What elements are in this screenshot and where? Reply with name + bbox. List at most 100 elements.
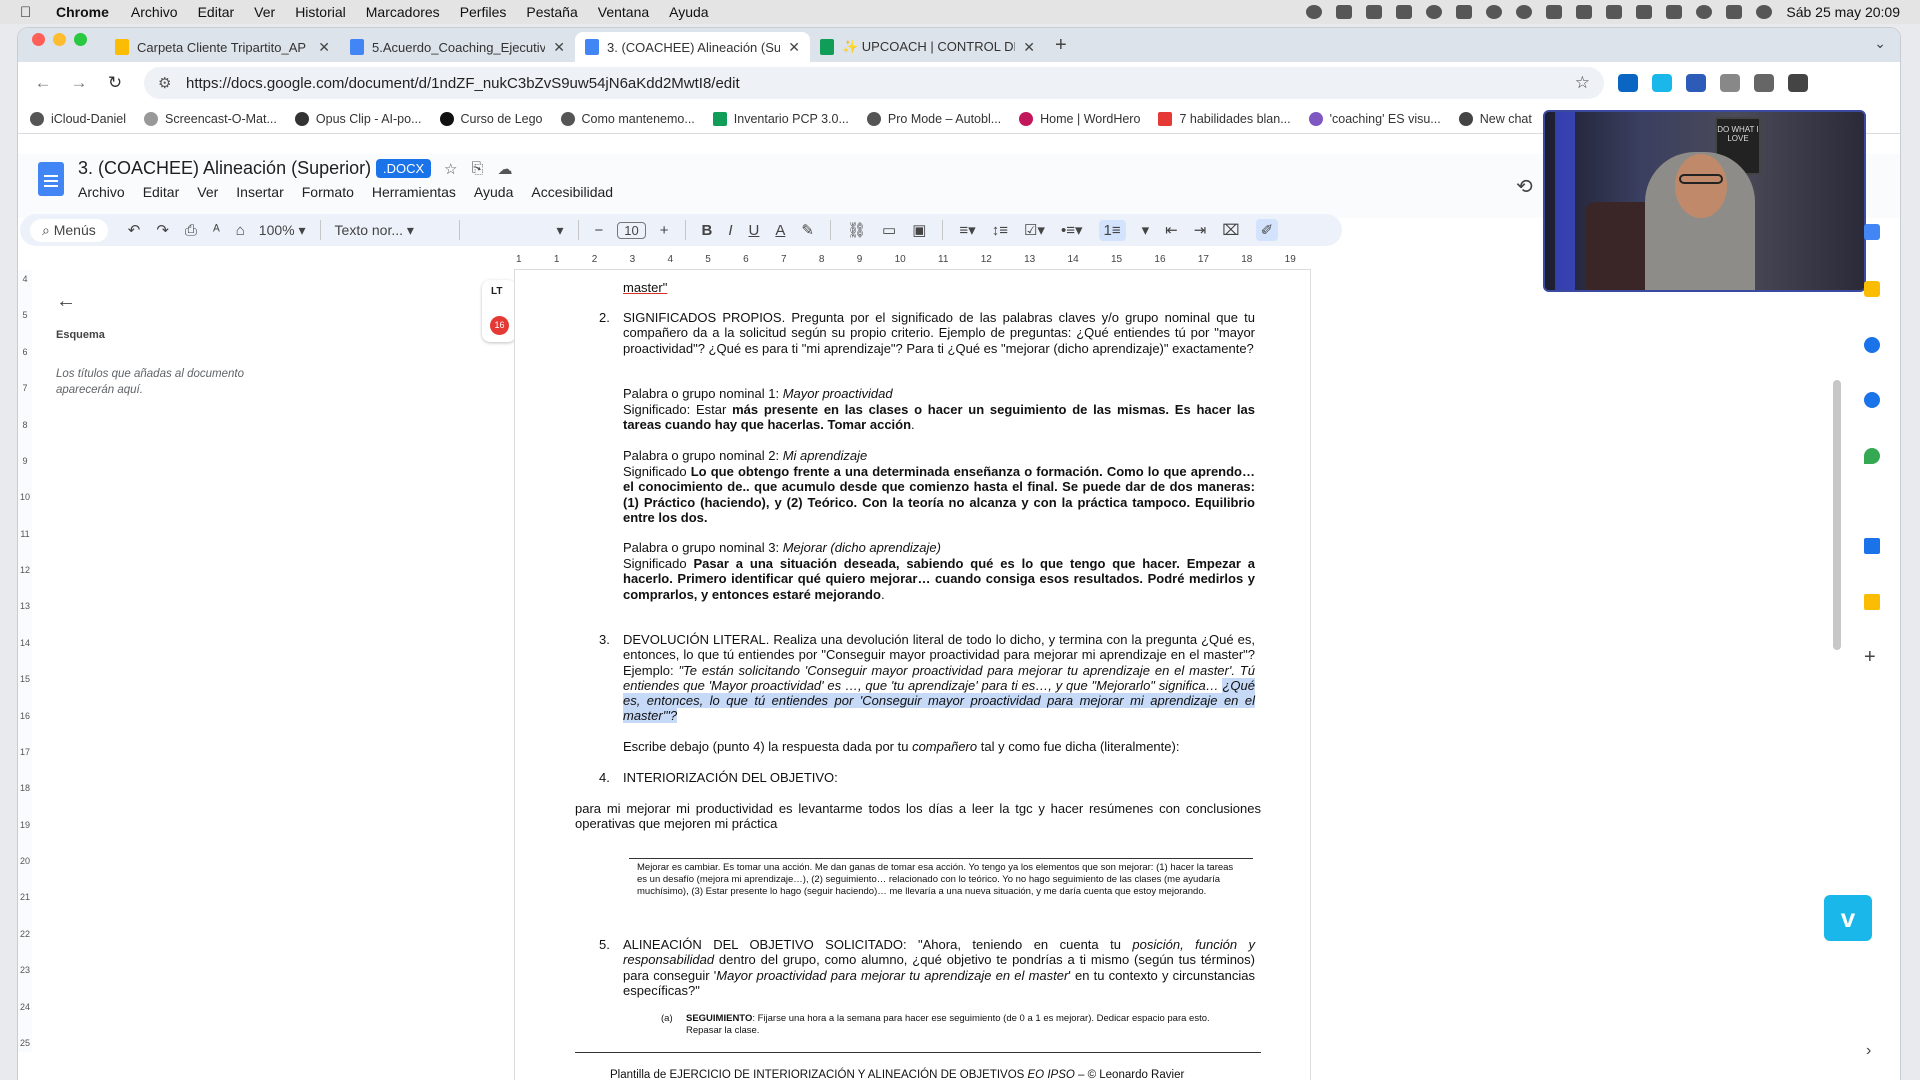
- volume-icon[interactable]: [1546, 5, 1563, 19]
- redo-icon[interactable]: ↷: [156, 221, 169, 239]
- media-icon[interactable]: [1754, 74, 1774, 92]
- docs-menu-accesibilidad[interactable]: Accesibilidad: [531, 184, 613, 200]
- calendar-icon[interactable]: [1864, 224, 1880, 240]
- bookmark-item[interactable]: Curso de Lego: [439, 111, 543, 126]
- menu-ver[interactable]: Ver: [254, 4, 275, 20]
- docs-menu-ayuda[interactable]: Ayuda: [474, 184, 513, 200]
- align-icon[interactable]: ≡▾: [959, 221, 975, 239]
- highlight-icon[interactable]: ✎: [801, 221, 814, 239]
- tasks-icon[interactable]: [1864, 337, 1880, 353]
- vertical-ruler[interactable]: 4 5 6 7 8 9 10 11 12 13 14 15 16 17 18 1…: [18, 270, 32, 1052]
- menu-marcadores[interactable]: Marcadores: [366, 4, 440, 20]
- profile-icon[interactable]: [1788, 74, 1808, 92]
- record-icon[interactable]: [1306, 5, 1323, 19]
- comment-icon[interactable]: ▭: [882, 221, 896, 239]
- bluetooth-icon[interactable]: [1606, 5, 1623, 19]
- app-name[interactable]: Chrome: [56, 4, 109, 20]
- close-icon[interactable]: ✕: [788, 39, 800, 56]
- checklist-icon[interactable]: ☑▾: [1024, 221, 1045, 239]
- docs-menu-herramientas[interactable]: Herramientas: [372, 184, 456, 200]
- menu-ventana[interactable]: Ventana: [598, 4, 649, 20]
- back-arrow-icon[interactable]: ←: [56, 290, 76, 313]
- line-spacing-icon[interactable]: ↕≡: [992, 222, 1008, 239]
- extension-icon[interactable]: [1686, 74, 1706, 92]
- bookmark-item[interactable]: iCloud-Daniel: [30, 111, 126, 126]
- bullet-list-icon[interactable]: •≡▾: [1061, 221, 1083, 239]
- bookmark-item[interactable]: 'coaching' ES visu...: [1308, 111, 1441, 126]
- back-icon[interactable]: ←: [28, 73, 58, 93]
- avatar-icon[interactable]: [1486, 5, 1503, 19]
- underline-icon[interactable]: U: [749, 222, 760, 239]
- bookmark-item[interactable]: Inventario PCP 3.0...: [712, 111, 849, 126]
- url-text[interactable]: https://docs.google.com/document/d/1ndZF…: [186, 75, 1575, 92]
- decrease-font-icon[interactable]: −: [595, 222, 604, 239]
- site-settings-icon[interactable]: ⚙: [158, 74, 176, 92]
- menu-ayuda[interactable]: Ayuda: [669, 4, 708, 20]
- grammarly-icon[interactable]: [1426, 5, 1443, 19]
- bookmark-item[interactable]: Como mantenemo...: [560, 111, 695, 126]
- apple-icon[interactable]: : [20, 4, 38, 21]
- increase-font-icon[interactable]: +: [660, 222, 669, 239]
- issue-count-badge[interactable]: 16: [490, 316, 509, 335]
- print-icon[interactable]: ⎙: [185, 222, 197, 239]
- display-icon[interactable]: [1576, 5, 1593, 19]
- close-icon[interactable]: ✕: [1023, 39, 1035, 56]
- bold-icon[interactable]: B: [702, 222, 713, 239]
- star-icon[interactable]: ☆: [444, 160, 457, 178]
- undo-icon[interactable]: ↶: [128, 221, 141, 239]
- menu-search[interactable]: ⌕ Menús: [30, 218, 108, 242]
- menu-editar[interactable]: Editar: [198, 4, 235, 20]
- link-icon[interactable]: ⛓: [847, 221, 866, 239]
- spellcheck-icon[interactable]: ᴬ: [213, 222, 220, 239]
- document-title[interactable]: 3. (COACHEE) Alineación (Superior): [78, 158, 371, 179]
- miro-icon[interactable]: [1864, 594, 1880, 610]
- numbered-list-chevron-icon[interactable]: ▾: [1142, 221, 1150, 239]
- add-addon-icon[interactable]: +: [1864, 646, 1876, 669]
- cloud-status-icon[interactable]: ☁: [497, 160, 512, 178]
- tab-upcoach[interactable]: ✨ UPCOACH | CONTROL DE ✕: [810, 32, 1045, 62]
- puzzle-icon[interactable]: [1720, 74, 1740, 92]
- reload-icon[interactable]: ↻: [100, 73, 130, 93]
- docs-menu-insertar[interactable]: Insertar: [236, 184, 283, 200]
- tab-carpeta[interactable]: Carpeta Cliente Tripartito_AP ✕: [105, 32, 340, 62]
- numbered-list-icon[interactable]: 1≡: [1098, 219, 1126, 241]
- tab-acuerdo[interactable]: 5.Acuerdo_Coaching_Ejecutiv ✕: [340, 32, 575, 62]
- bookmark-item[interactable]: Opus Clip - AI-po...: [294, 111, 422, 126]
- play-icon[interactable]: [1516, 5, 1533, 19]
- vimeo-icon[interactable]: [1652, 74, 1672, 92]
- document-scrollbar[interactable]: [1833, 380, 1841, 650]
- italic-icon[interactable]: I: [728, 222, 732, 239]
- keep-icon[interactable]: [1864, 281, 1880, 297]
- linkedin-icon[interactable]: [1618, 74, 1638, 92]
- vimeo-icon[interactable]: [1366, 5, 1383, 19]
- clear-format-icon[interactable]: ⌧: [1222, 221, 1239, 239]
- close-window-button[interactable]: [32, 32, 45, 46]
- forward-icon[interactable]: →: [64, 73, 94, 93]
- clock[interactable]: Sáb 25 may 20:09: [1786, 4, 1900, 20]
- move-folder-icon[interactable]: ⎘: [471, 160, 483, 178]
- tab-search-chevron-icon[interactable]: ⌄: [1874, 35, 1886, 52]
- docs-menu-archivo[interactable]: Archivo: [78, 184, 125, 200]
- bookmark-item[interactable]: 7 habilidades blan...: [1158, 111, 1291, 126]
- notion-icon[interactable]: [1396, 5, 1413, 19]
- menu-pestana[interactable]: Pestaña: [526, 4, 577, 20]
- bookmark-item[interactable]: New chat: [1458, 111, 1532, 126]
- docs-menu-editar[interactable]: Editar: [143, 184, 180, 200]
- webcam-overlay[interactable]: DO WHAT I LOVE: [1543, 110, 1866, 292]
- horizontal-ruler[interactable]: 1 1 2 3 4 5 6 7 8 9 10 11 12 13 14 15 16…: [496, 254, 1326, 270]
- maximize-window-button[interactable]: [74, 32, 87, 46]
- expand-panel-icon[interactable]: ›: [1866, 1042, 1871, 1060]
- menu-historial[interactable]: Historial: [295, 4, 346, 20]
- decrease-indent-icon[interactable]: ⇤: [1165, 221, 1178, 239]
- text-color-icon[interactable]: A: [775, 222, 785, 239]
- increase-indent-icon[interactable]: ⇥: [1194, 221, 1207, 239]
- bookmark-item[interactable]: Pro Mode – Autobl...: [866, 111, 1001, 126]
- image-icon[interactable]: ▣: [912, 221, 926, 239]
- font-size-input[interactable]: 10: [617, 221, 646, 239]
- tab-alineacion[interactable]: 3. (COACHEE) Alineación (Su ✕: [575, 32, 810, 62]
- language-tool-widget[interactable]: LT 16: [482, 280, 516, 342]
- zoom-select[interactable]: 100% ▾: [259, 222, 306, 239]
- adobe-icon[interactable]: [1864, 538, 1880, 554]
- version-history-icon[interactable]: ⟲: [1516, 174, 1533, 199]
- minimize-window-button[interactable]: [53, 32, 66, 46]
